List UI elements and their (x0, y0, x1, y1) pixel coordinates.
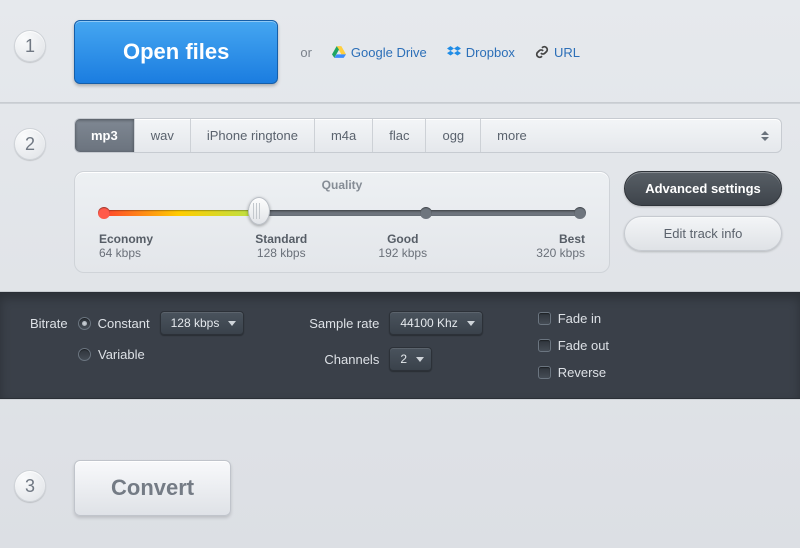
format-tab-wav[interactable]: wav (135, 119, 191, 152)
open-files-button[interactable]: Open files (74, 20, 278, 84)
url-label: URL (554, 45, 580, 60)
format-tab-mp3[interactable]: mp3 (75, 119, 135, 152)
format-tab-flac[interactable]: flac (373, 119, 426, 152)
format-tab-ringtone[interactable]: iPhone ringtone (191, 119, 315, 152)
step-badge-1: 1 (14, 30, 46, 62)
edit-track-info-button[interactable]: Edit track info (624, 216, 782, 251)
quality-label-economy: Economy64 kbps (99, 232, 221, 260)
google-drive-link[interactable]: Google Drive (332, 45, 427, 60)
samplerate-label: Sample rate (299, 316, 379, 331)
quality-title: Quality (99, 178, 585, 192)
bitrate-variable-label: Variable (98, 347, 145, 362)
dropbox-icon (447, 46, 461, 58)
or-label: or (300, 45, 312, 60)
format-more-label: more (497, 128, 527, 143)
format-tab-m4a[interactable]: m4a (315, 119, 373, 152)
format-tab-ogg[interactable]: ogg (426, 119, 481, 152)
slider-fill (99, 210, 259, 216)
fadeout-checkbox[interactable] (538, 339, 551, 352)
slider-tick-good (420, 207, 432, 219)
advanced-settings-button[interactable]: Advanced settings (624, 171, 782, 206)
link-icon (535, 45, 549, 59)
slider-knob[interactable] (248, 197, 270, 225)
convert-button[interactable]: Convert (74, 460, 231, 516)
quality-slider[interactable] (99, 204, 585, 222)
bitrate-label: Bitrate (30, 316, 68, 331)
reverse-checkbox[interactable] (538, 366, 551, 379)
format-tabs: mp3 wav iPhone ringtone m4a flac ogg mor… (74, 118, 782, 153)
quality-labels: Economy64 kbps Standard128 kbps Good192 … (99, 232, 585, 260)
fadein-checkbox[interactable] (538, 312, 551, 325)
samplerate-dropdown[interactable]: 44100 Khz (389, 311, 482, 335)
channels-dropdown[interactable]: 2 (389, 347, 432, 371)
quality-label-standard: Standard128 kbps (221, 232, 343, 260)
fadeout-label: Fade out (558, 338, 609, 353)
slider-tick-best (574, 207, 586, 219)
bitrate-variable-radio[interactable] (78, 348, 91, 361)
sample-column: Sample rate 44100 Khz Channels 2 (299, 311, 482, 380)
channels-label: Channels (299, 352, 379, 367)
step-3-section: 3 Convert (0, 399, 800, 536)
format-tab-more[interactable]: more (481, 119, 781, 152)
advanced-panel: Bitrate Constant 128 kbps Variable Sampl… (0, 292, 800, 399)
alt-sources: or Google Drive Dropbox URL (300, 45, 590, 60)
quality-label-good: Good192 kbps (342, 232, 464, 260)
quality-panel: Quality Economy64 kbps Standard128 kbps … (74, 171, 610, 273)
google-drive-label: Google Drive (351, 45, 427, 60)
google-drive-icon (332, 45, 346, 59)
step-badge-3: 3 (14, 470, 46, 502)
sort-icon (759, 131, 771, 141)
bitrate-constant-label: Constant (98, 316, 150, 331)
bitrate-dropdown[interactable]: 128 kbps (160, 311, 245, 335)
dropbox-link[interactable]: Dropbox (447, 45, 515, 60)
step-2-section: 2 mp3 wav iPhone ringtone m4a flac ogg m… (0, 103, 800, 292)
step-1-section: 1 Open files or Google Drive Dropbox URL (0, 0, 800, 103)
url-link[interactable]: URL (535, 45, 580, 60)
dropbox-label: Dropbox (466, 45, 515, 60)
fx-column: Fade in Fade out Reverse (538, 311, 619, 380)
bitrate-column: Bitrate Constant 128 kbps Variable (30, 311, 244, 380)
fadein-label: Fade in (558, 311, 601, 326)
slider-tick-economy (98, 207, 110, 219)
step-badge-2: 2 (14, 128, 46, 160)
bitrate-constant-radio[interactable] (78, 317, 91, 330)
quality-label-best: Best320 kbps (464, 232, 586, 260)
reverse-label: Reverse (558, 365, 606, 380)
